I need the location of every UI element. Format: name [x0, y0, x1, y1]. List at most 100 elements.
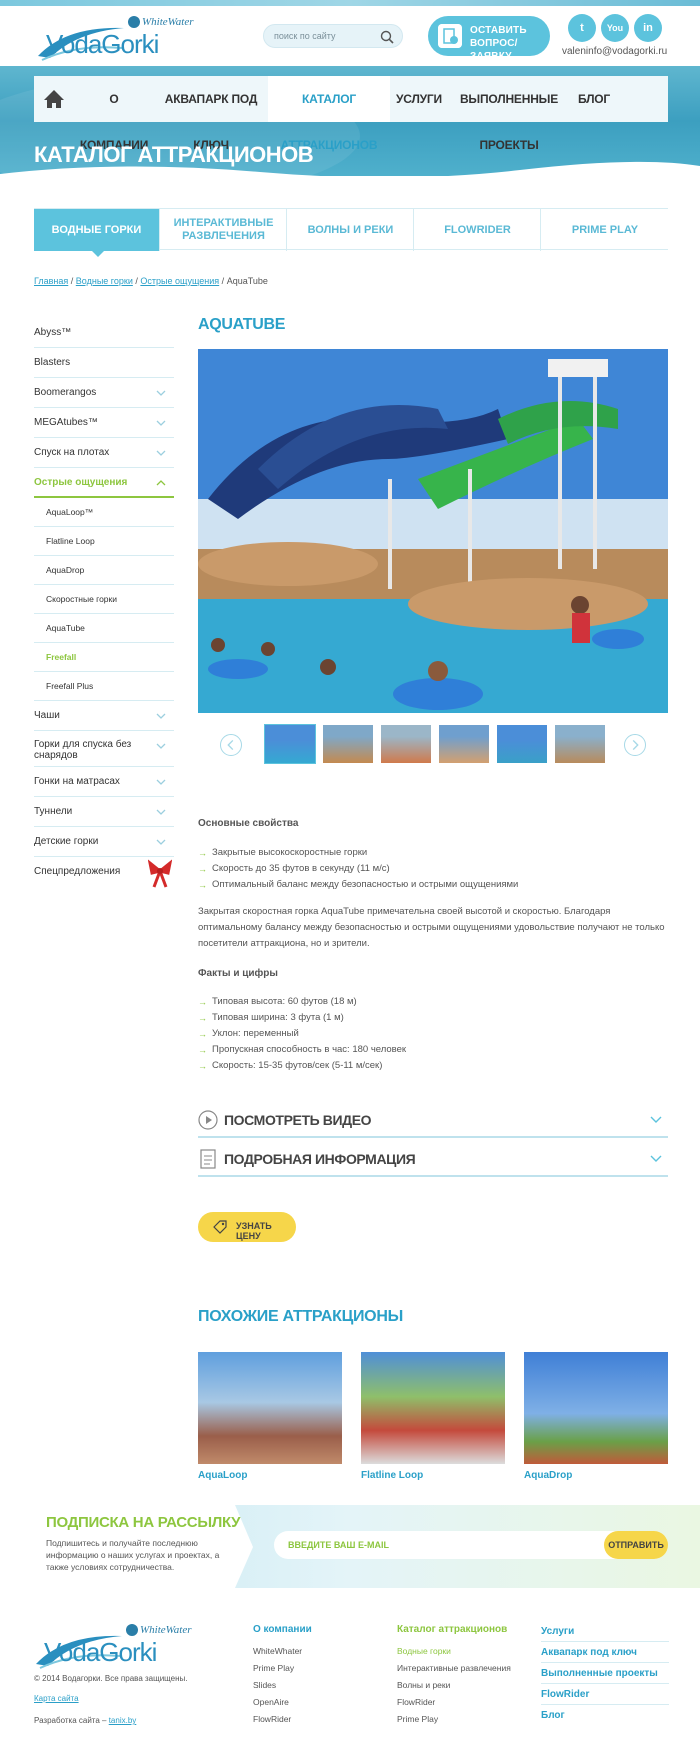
nav-item-catalog[interactable]: Каталог аттракционов: [268, 76, 390, 152]
footer-col-title[interactable]: О компании: [253, 1624, 312, 1635]
sidebar-item[interactable]: Туннели: [34, 797, 174, 827]
list-item: Типовая ширина: 3 фута (1 м): [198, 1010, 406, 1026]
footer-link[interactable]: Prime Play: [253, 1660, 312, 1677]
chevron-down-icon: [156, 420, 166, 426]
search-input[interactable]: поиск по сайту: [263, 24, 403, 48]
breadcrumb-home[interactable]: Главная: [34, 276, 68, 286]
similar-card[interactable]: AquaLoop: [198, 1352, 342, 1481]
youtube-icon[interactable]: You: [601, 14, 629, 42]
footer-link[interactable]: FlowRider: [253, 1711, 312, 1728]
thumbnail[interactable]: [438, 724, 490, 764]
nav-item-blog[interactable]: Блог: [572, 76, 616, 122]
thumbnail[interactable]: [496, 724, 548, 764]
sidebar-item-label: Гонки на матрасах: [34, 776, 120, 787]
price-button-label: Узнать цену: [236, 1221, 272, 1241]
footer-link[interactable]: Водные горки: [397, 1643, 511, 1660]
chevron-right-icon[interactable]: [624, 734, 646, 756]
footer-link[interactable]: Блог: [541, 1705, 669, 1726]
chevron-down-icon: [650, 1116, 662, 1123]
sidebar-item[interactable]: Детские горки: [34, 827, 174, 857]
similar-card[interactable]: Flatline Loop: [361, 1352, 505, 1481]
list-item: Скорость: 15-35 футов/сек (5-11 м/сек): [198, 1058, 406, 1074]
linkedin-icon[interactable]: in: [634, 14, 662, 42]
sidebar-item[interactable]: Blasters: [34, 348, 174, 378]
accordion-video[interactable]: Посмотреть видео: [198, 1106, 668, 1138]
sidebar-item[interactable]: Острые ощущения: [34, 468, 174, 498]
logo-brand: VodaGorki: [46, 29, 159, 59]
contact-email[interactable]: valeninfo@vodagorki.ru: [562, 46, 667, 57]
sidebar-item[interactable]: MEGAtubes™: [34, 408, 174, 438]
footer-link[interactable]: Выполненные проекты: [541, 1663, 669, 1684]
footer-link[interactable]: Интерактивные развлечения: [397, 1660, 511, 1677]
footer-link[interactable]: Волны и реки: [397, 1677, 511, 1694]
sidebar-item[interactable]: Freefall Plus: [34, 672, 174, 701]
similar-image[interactable]: [361, 1352, 505, 1464]
tab-prime-play[interactable]: Prime Play: [542, 209, 668, 251]
footer-link[interactable]: FlowRider: [541, 1684, 669, 1705]
sidebar-item[interactable]: Спуск на плотах: [34, 438, 174, 468]
breadcrumb-thrill[interactable]: Острые ощущения: [140, 276, 219, 286]
search-icon[interactable]: [380, 30, 394, 44]
tab-interactive[interactable]: Интерактивные развлечения: [161, 209, 287, 251]
header: WhiteWater VodaGorki поиск по сайту Оста…: [0, 0, 700, 68]
sidebar-item[interactable]: Чаши: [34, 701, 174, 731]
thumbnail[interactable]: [264, 724, 316, 764]
sidebar-item[interactable]: AquaDrop: [34, 556, 174, 585]
footer-link[interactable]: Аквапарк под ключ: [541, 1642, 669, 1663]
footer-link[interactable]: Prime Play: [397, 1711, 511, 1728]
gift-bow-icon: [148, 859, 172, 888]
footer-col-title[interactable]: Каталог аттракционов: [397, 1624, 511, 1635]
twitter-icon[interactable]: t: [568, 14, 596, 42]
sitemap-link[interactable]: Карта сайта: [34, 1694, 79, 1703]
request-button[interactable]: Оставить вопрос/заявку: [428, 16, 550, 62]
similar-card[interactable]: AquaDrop: [524, 1352, 668, 1481]
similar-caption[interactable]: AquaLoop: [198, 1470, 342, 1481]
logo[interactable]: WhiteWater VodaGorki: [36, 14, 216, 61]
similar-image[interactable]: [198, 1352, 342, 1464]
home-icon[interactable]: [34, 76, 74, 122]
subscribe-button[interactable]: Отправить: [604, 1531, 668, 1559]
sidebar-item[interactable]: Спецпредложения: [34, 857, 174, 888]
tab-flowrider[interactable]: FlowRider: [415, 209, 541, 251]
footer-link[interactable]: WhiteWhater: [253, 1643, 312, 1660]
nav-item-aquapark[interactable]: Аквапарк под ключ: [154, 76, 268, 152]
footer-link[interactable]: FlowRider: [397, 1694, 511, 1711]
footer-link[interactable]: Услуги: [541, 1621, 669, 1642]
chevron-down-icon: [156, 839, 166, 845]
price-tag-icon: [213, 1220, 227, 1234]
nav-item-services[interactable]: Услуги: [394, 76, 444, 122]
footer-logo[interactable]: WhiteWater VodaGorki: [34, 1622, 214, 1669]
accordion-details-title: Подробная информация: [224, 1151, 416, 1167]
thumbnail[interactable]: [322, 724, 374, 764]
accordion-details[interactable]: Подробная информация: [198, 1145, 668, 1177]
sidebar-item[interactable]: Freefall: [34, 643, 174, 672]
email-placeholder: Введите ваш e-mail: [288, 1540, 389, 1550]
nav-item-about[interactable]: О компании: [78, 76, 150, 152]
similar-caption[interactable]: AquaDrop: [524, 1470, 668, 1481]
product-description: Закрытая скоростная горка AquaTube приме…: [198, 906, 665, 949]
sidebar-item[interactable]: Boomerangos: [34, 378, 174, 408]
footer-link[interactable]: OpenAire: [253, 1694, 312, 1711]
developer-link[interactable]: tanix.by: [109, 1716, 137, 1725]
sidebar-item[interactable]: Гонки на матрасах: [34, 767, 174, 797]
footer-link[interactable]: Slides: [253, 1677, 312, 1694]
sidebar-item[interactable]: Скоростные горки: [34, 585, 174, 614]
subscribe-title: Подписка на рассылку: [46, 1514, 241, 1531]
thumbnail[interactable]: [380, 724, 432, 764]
breadcrumb-water-slides[interactable]: Водные горки: [76, 276, 133, 286]
price-button[interactable]: Узнать цену: [198, 1212, 296, 1242]
product-title: AquaTube: [198, 316, 286, 333]
chevron-left-icon[interactable]: [220, 734, 242, 756]
tab-waves-rivers[interactable]: Волны и реки: [288, 209, 414, 251]
thumbnail[interactable]: [554, 724, 606, 764]
similar-image[interactable]: [524, 1352, 668, 1464]
sidebar-item[interactable]: Горки для спуска без снарядов: [34, 731, 174, 767]
nav-item-projects[interactable]: Выполненные проекты: [450, 76, 568, 152]
search-placeholder: поиск по сайту: [274, 31, 336, 41]
sidebar-item[interactable]: Abyss™: [34, 318, 174, 348]
tab-water-slides[interactable]: Водные горки: [34, 209, 160, 257]
sidebar-item[interactable]: AquaTube: [34, 614, 174, 643]
sidebar-item[interactable]: AquaLoop™: [34, 498, 174, 527]
sidebar-item[interactable]: Flatline Loop: [34, 527, 174, 556]
similar-caption[interactable]: Flatline Loop: [361, 1470, 505, 1481]
